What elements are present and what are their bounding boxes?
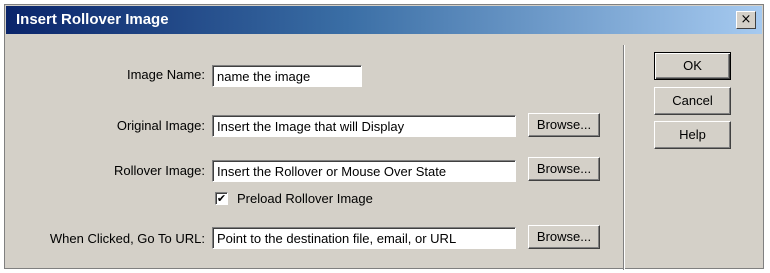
original-image-browse-button[interactable]: Browse... [528,113,600,137]
rollover-image-input[interactable] [212,160,516,182]
cancel-button[interactable]: Cancel [654,87,731,115]
help-button[interactable]: Help [654,121,731,149]
title-bar[interactable]: Insert Rollover Image × [6,6,762,34]
rollover-image-browse-button[interactable]: Browse... [528,157,600,181]
vertical-divider [623,45,625,270]
image-name-label: Image Name: [126,67,205,82]
image-name-input[interactable] [212,65,362,87]
preload-rollover-checkbox[interactable]: ✔ [215,192,228,205]
rollover-image-label: Rollover Image: [113,163,205,178]
close-icon[interactable]: × [736,11,756,29]
original-image-label: Original Image: [116,118,205,133]
preload-rollover-label[interactable]: Preload Rollover Image [237,191,373,206]
when-clicked-browse-button[interactable]: Browse... [528,225,600,249]
original-image-input[interactable] [212,115,516,137]
ok-button[interactable]: OK [654,52,731,80]
when-clicked-url-input[interactable] [212,227,516,249]
insert-rollover-image-dialog: Insert Rollover Image × Image Name: Orig… [4,4,764,270]
dialog-title: Insert Rollover Image [16,11,169,28]
when-clicked-url-label: When Clicked, Go To URL: [49,231,205,246]
